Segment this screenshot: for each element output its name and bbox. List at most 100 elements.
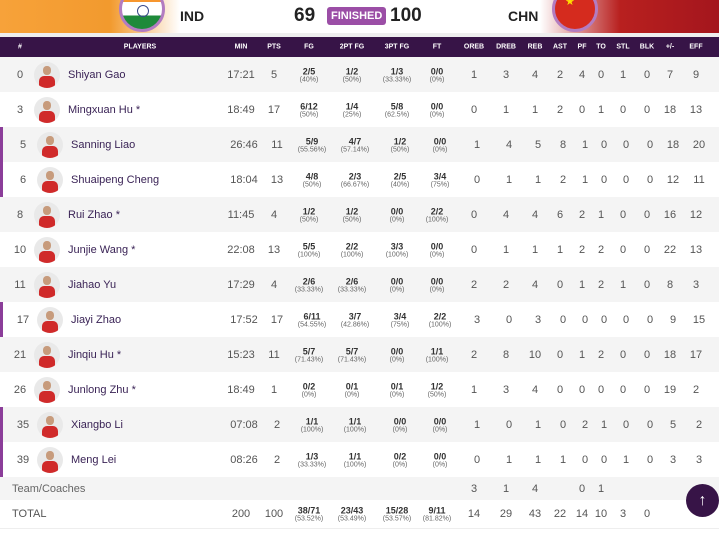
percentage: (53.52%) xyxy=(294,515,324,523)
stat-cell: 2 xyxy=(556,103,564,116)
stat-cell: 15 xyxy=(692,313,706,326)
table-row[interactable]: 0 Shiyan Gao 17:21 5 2/5 (40%) 1/2 (50%) 1/3 (33.… xyxy=(0,57,719,92)
away-team[interactable]: CHN xyxy=(508,8,538,24)
table-row[interactable]: 26 Junlong Zhu * 18:49 1 0/2 (0%) 0/1 (0%) 0/1 (0… xyxy=(0,372,719,407)
player-name-link[interactable]: Rui Zhao * xyxy=(68,209,120,221)
stat-cell: 1 xyxy=(505,453,513,466)
percentage: (50%) xyxy=(390,146,410,153)
player-name-link[interactable]: Shiyan Gao xyxy=(68,69,125,81)
percentage: (50%) xyxy=(342,76,362,83)
percentage: (0%) xyxy=(429,251,445,258)
jersey-number: 3 xyxy=(16,103,24,116)
shot-fg: 4/8 (50%) xyxy=(303,171,322,188)
shot-fg: 1/1 (100%) xyxy=(301,416,324,433)
percentage: (40%) xyxy=(390,181,410,188)
stat-cell: 0 xyxy=(646,453,654,466)
stat-cell: 1 xyxy=(505,173,513,186)
made-attempted: 5/5 xyxy=(302,241,316,251)
column-header: BLK xyxy=(639,43,655,51)
scroll-to-top-button[interactable]: ↑ xyxy=(686,484,719,517)
player-name-link[interactable]: Junjie Wang * xyxy=(68,244,135,256)
made-attempted: 0/0 xyxy=(430,241,444,251)
percentage: (100%) xyxy=(343,426,367,433)
made-attempted: 3/4 xyxy=(433,171,447,181)
scoreboard-header: IND 69 FINISHED 100 CHN ★ xyxy=(0,0,719,33)
player-name-link[interactable]: Jiayi Zhao xyxy=(71,314,121,326)
stat-cell: 0 xyxy=(619,243,627,256)
made-attempted: 38/71 xyxy=(297,505,321,516)
stat-cell: 1 xyxy=(597,208,605,221)
table-row[interactable]: 17 Jiayi Zhao 17:52 17 6/11 (54.55%) 3/7 (42.86… xyxy=(0,302,719,337)
player-name-link[interactable]: Shuaipeng Cheng xyxy=(71,174,159,186)
player-name-link[interactable]: Mingxuan Hu * xyxy=(68,104,140,116)
table-row[interactable]: 3 Mingxuan Hu * 18:49 17 6/12 (50%) 1/4 (25%) 5/… xyxy=(0,92,719,127)
stat-cell: 10 xyxy=(594,508,608,520)
made-attempted: 1/2 xyxy=(302,206,316,216)
made-attempted: 1/2 xyxy=(430,381,444,391)
stat-cell: 4 xyxy=(502,208,510,221)
table-row[interactable]: 10 Junjie Wang * 22:08 13 5/5 (100%) 2/2 (100%)… xyxy=(0,232,719,267)
stat-cell: 0 xyxy=(643,348,651,361)
player-name-link[interactable]: Meng Lei xyxy=(71,454,116,466)
home-team[interactable]: IND xyxy=(180,8,204,24)
china-flag-icon: ★ xyxy=(552,0,598,32)
minutes: 11:45 xyxy=(227,208,255,221)
stat-cell: 2 xyxy=(578,243,586,256)
total-points: 100 xyxy=(264,508,284,520)
minutes: 18:04 xyxy=(230,173,258,186)
shot-ft: 0/0 (0%) xyxy=(433,451,448,468)
stat-cell: 1 xyxy=(597,482,605,495)
shot-fg: 5/9 (55.56%) xyxy=(298,136,326,153)
column-header: 2PT FG xyxy=(339,43,365,51)
stat-cell: 0 xyxy=(643,68,651,81)
shot-ft: 0/0 (0%) xyxy=(430,241,445,258)
player-name-link[interactable]: Sanning Liao xyxy=(71,139,135,151)
stat-cell: 0 xyxy=(643,208,651,221)
player-name-link[interactable]: Junlong Zhu * xyxy=(68,384,136,396)
points: 17 xyxy=(267,103,281,116)
stat-cell: 4 xyxy=(531,208,539,221)
table-row[interactable]: 39 Meng Lei 08:26 2 1/3 (33.33%) 1/1 (100%) 0/2(… xyxy=(0,442,719,477)
made-attempted: 0/2 xyxy=(302,381,316,391)
player-name-link[interactable]: Jinqiu Hu * xyxy=(68,349,121,361)
column-header: MIN xyxy=(234,43,248,51)
made-attempted: 0/0 xyxy=(430,276,444,286)
stat-cell: 0 xyxy=(556,348,564,361)
status-badge: FINISHED xyxy=(327,7,387,25)
made-attempted: 1/1 xyxy=(430,346,444,356)
table-row[interactable]: 35 Xiangbo Li 07:08 2 1/1 (100%) 1/1 (100%) 0/0(… xyxy=(0,407,719,442)
shot-ft: 0/0 (0%) xyxy=(433,416,448,433)
player-avatar xyxy=(34,97,60,123)
stat-cell: 3 xyxy=(502,68,510,81)
player-name-link[interactable]: Jiahao Yu xyxy=(68,279,116,291)
points: 17 xyxy=(270,313,284,326)
percentage: (0%) xyxy=(432,146,448,153)
column-header: TO xyxy=(596,43,606,51)
column-header: PF xyxy=(577,43,587,51)
stat-cell: 0 xyxy=(597,383,605,396)
stat-cell: 1 xyxy=(470,68,478,81)
minutes: 08:26 xyxy=(230,453,258,466)
table-row[interactable]: 5 Sanning Liao 26:46 11 5/9 (55.56%) 4/7 (57.14… xyxy=(0,127,719,162)
shot-ft: 2/2 (100%) xyxy=(426,206,449,223)
stat-cell: 0 xyxy=(619,103,627,116)
made-attempted: 0/0 xyxy=(390,346,404,356)
percentage: (53.49%) xyxy=(337,515,367,523)
made-attempted: 0/1 xyxy=(345,381,359,391)
table-row[interactable]: 21 Jinqiu Hu * 15:23 11 5/7 (71.43%) 5/7 (71.43… xyxy=(0,337,719,372)
player-name-link[interactable]: Xiangbo Li xyxy=(71,419,123,431)
stat-cell: 2 xyxy=(502,278,510,291)
made-attempted: 2/2 xyxy=(345,241,359,251)
stat-cell: 0 xyxy=(505,313,513,326)
table-row[interactable]: 6 Shuaipeng Cheng 18:04 13 4/8 (50%) 2/3 (66.67… xyxy=(0,162,719,197)
jersey-number: 5 xyxy=(19,138,27,151)
total-label: TOTAL xyxy=(12,508,47,520)
table-row[interactable]: 11 Jiahao Yu 17:29 4 2/6 (33.33%) 2/6 (33.33%) 0… xyxy=(0,267,719,302)
table-row[interactable]: 8 Rui Zhao * 11:45 4 1/2 (50%) 1/2 (50%) 0/0 (0%)… xyxy=(0,197,719,232)
stat-cell: 0 xyxy=(619,383,627,396)
column-header: REB xyxy=(527,43,543,51)
column-header: DREB xyxy=(496,43,516,51)
stat-cell: 12 xyxy=(689,208,703,221)
minutes: 17:52 xyxy=(230,313,258,326)
player-avatar xyxy=(34,202,60,228)
